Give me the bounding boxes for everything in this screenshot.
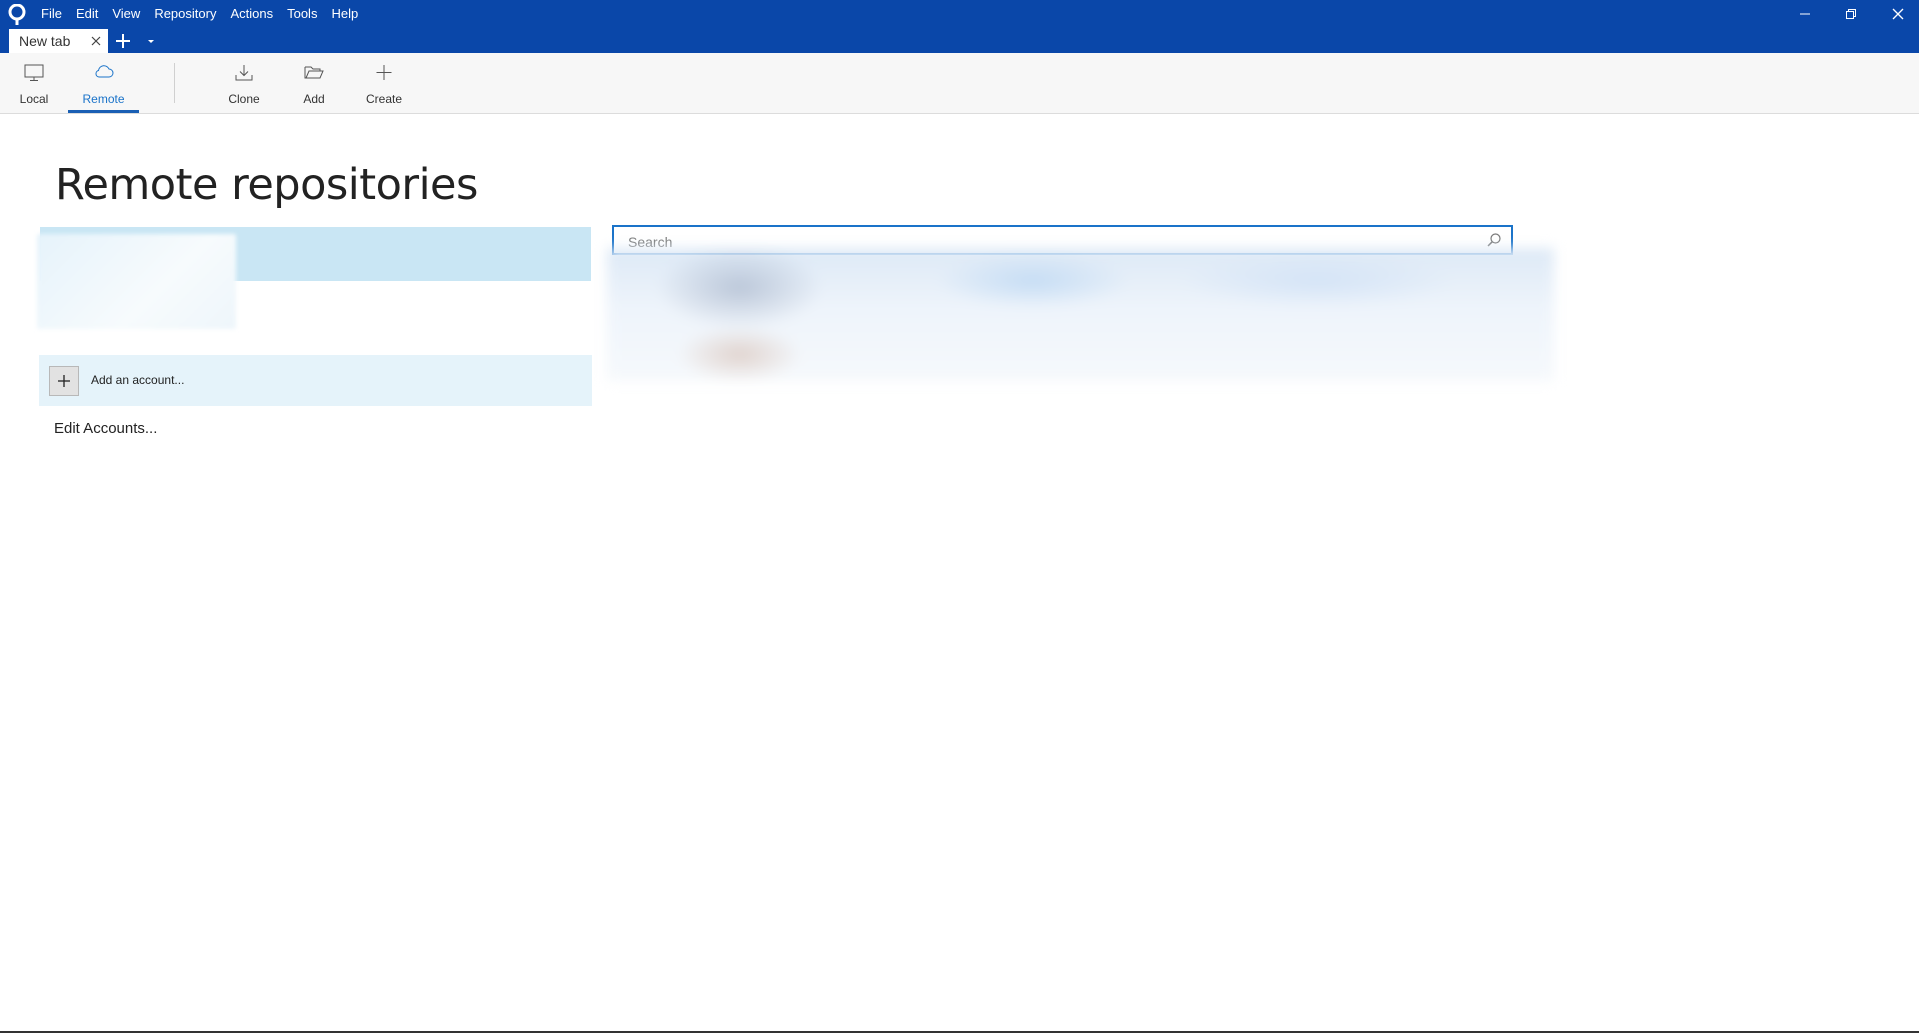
- menu-file[interactable]: File: [34, 0, 69, 27]
- toolbar: Local Remote Clone Add Create: [0, 53, 1919, 114]
- plus-icon: [376, 65, 392, 80]
- clone-button[interactable]: Clone: [222, 53, 266, 113]
- title-bar: File Edit View Repository Actions Tools …: [0, 0, 1919, 53]
- search-icon[interactable]: [1486, 232, 1502, 248]
- close-icon: [1892, 8, 1904, 19]
- active-tab-indicator: [68, 110, 139, 113]
- local-button[interactable]: Local: [14, 53, 54, 113]
- menu-tools[interactable]: Tools: [280, 0, 324, 27]
- add-label: Add: [303, 92, 325, 106]
- remote-label: Remote: [82, 92, 125, 106]
- cloud-icon: [94, 65, 113, 78]
- menu-repository[interactable]: Repository: [147, 0, 223, 27]
- minimize-button[interactable]: [1782, 0, 1828, 27]
- plus-icon: [58, 375, 70, 387]
- restore-button[interactable]: [1828, 0, 1874, 27]
- remote-button[interactable]: Remote: [68, 53, 139, 113]
- tab-close-icon[interactable]: [89, 34, 103, 48]
- create-button[interactable]: Create: [362, 53, 406, 113]
- menu-bar: File Edit View Repository Actions Tools …: [34, 0, 365, 27]
- menu-view[interactable]: View: [105, 0, 147, 27]
- page-title: Remote repositories: [55, 160, 478, 210]
- add-account-row[interactable]: Add an account...: [39, 355, 592, 406]
- menu-help[interactable]: Help: [324, 0, 365, 27]
- blurred-repository-list: [607, 248, 1554, 381]
- folder-open-icon: [304, 66, 324, 79]
- download-icon: [235, 65, 253, 81]
- tab-label: New tab: [19, 33, 71, 49]
- toolbar-divider: [174, 63, 175, 103]
- close-window-button[interactable]: [1875, 0, 1919, 27]
- blurred-account-info: [37, 234, 236, 329]
- add-button[interactable]: Add: [294, 53, 334, 113]
- edit-accounts-link[interactable]: Edit Accounts...: [54, 420, 157, 437]
- create-label: Create: [365, 92, 403, 106]
- minimize-icon: [1800, 13, 1810, 14]
- add-account-button[interactable]: [49, 366, 79, 396]
- local-label: Local: [19, 92, 49, 106]
- add-account-label: Add an account...: [91, 373, 185, 387]
- tab-new-tab[interactable]: New tab: [9, 29, 108, 53]
- monitor-icon: [24, 64, 44, 81]
- sourcetree-logo-icon[interactable]: [7, 4, 27, 26]
- restore-icon: [1846, 8, 1856, 19]
- menu-edit[interactable]: Edit: [69, 0, 105, 27]
- chevron-down-icon[interactable]: [143, 33, 159, 49]
- plus-icon[interactable]: [112, 30, 134, 52]
- menu-actions[interactable]: Actions: [223, 0, 280, 27]
- clone-label: Clone: [228, 92, 260, 106]
